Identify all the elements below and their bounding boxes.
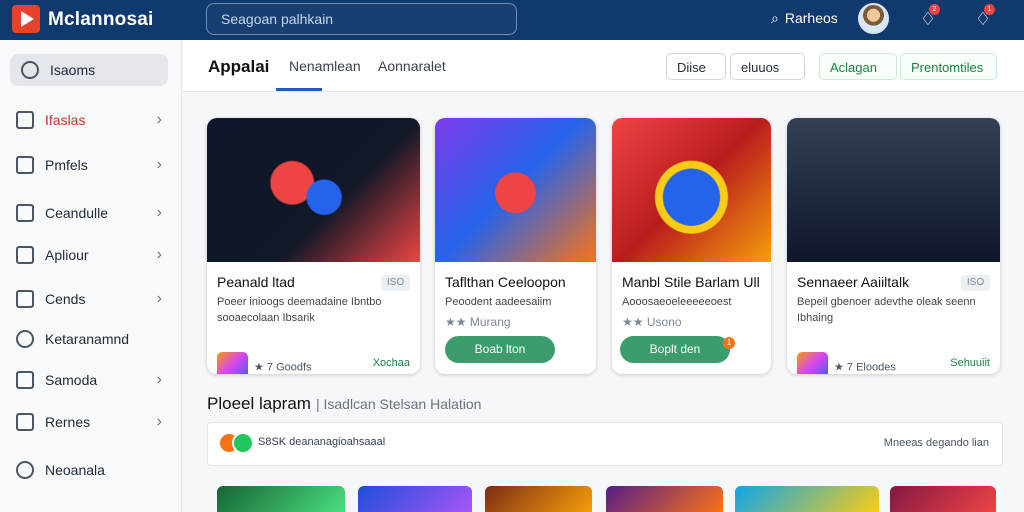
notification-badge: 2 xyxy=(929,4,940,15)
card-badge: ISO xyxy=(961,275,990,291)
bottom-card[interactable] xyxy=(217,486,345,512)
section-title: Ploeel lapram | Isadlcan Stelsan Halation xyxy=(207,394,482,413)
sidebar-item-ceandulle[interactable]: Ceandulle › xyxy=(16,201,176,225)
tab-nenamlean[interactable]: Nenamlean xyxy=(289,58,361,74)
badge-dot: 1 xyxy=(723,337,735,349)
tab-appalai[interactable]: Appalai xyxy=(208,57,269,77)
app-card[interactable]: Manbl Stile Barlam Ull Aooosaeoeleeeeeoe… xyxy=(612,118,771,374)
section-subtitle: | Isadlcan Stelsan Halation xyxy=(315,396,482,412)
diise-button[interactable]: Diise xyxy=(666,53,726,80)
featured-text: S8SK deananagioahsaaal xyxy=(258,436,386,448)
install-link[interactable]: Sehuuiit xyxy=(950,357,990,369)
notification-bell[interactable]: ♢ 2 xyxy=(917,4,940,31)
chevron-right-icon: › xyxy=(156,246,162,263)
sidebar-item-rernes[interactable]: Rernes › xyxy=(16,410,176,434)
install-button[interactable]: Boab lton xyxy=(445,336,555,363)
install-link[interactable]: Xochaa xyxy=(373,357,410,369)
prentomtiles-button[interactable]: Prentomtiles xyxy=(900,53,997,80)
card-badge: ISO xyxy=(381,275,410,291)
card-rating: ★ 7 Eloodes xyxy=(797,352,896,374)
card-image xyxy=(207,118,420,262)
featured-link[interactable]: Mneeas degando lian xyxy=(884,437,989,449)
chevron-right-icon: › xyxy=(156,156,162,173)
bottom-card[interactable] xyxy=(485,486,592,512)
featured-row[interactable]: S8SK deananagioahsaaal Mneeas degando li… xyxy=(207,422,1003,466)
avatar[interactable] xyxy=(858,3,889,34)
search-icon: ⌕ xyxy=(771,10,779,26)
bottom-card[interactable] xyxy=(358,486,472,512)
card-title: Taflthan Ceeloopon xyxy=(445,274,566,290)
card-description: Bepeil gbenoer adevthe oleak seenn Ibhai… xyxy=(797,296,976,324)
card-description: Poeer inioogs deemadaine Ibntbo sooaecol… xyxy=(217,296,382,324)
bottom-card[interactable] xyxy=(735,486,879,512)
card-title: Manbl Stile Barlam Ull xyxy=(622,274,760,290)
eluuos-button[interactable]: eluuos xyxy=(730,53,805,80)
sidebar-item-apliour[interactable]: Apliour › xyxy=(16,243,176,267)
app-card[interactable]: Taflthan Ceeloopon Peoodent aadeesaiim ★… xyxy=(435,118,596,374)
card-stars: ★★ Usono xyxy=(622,315,682,329)
bottom-card[interactable] xyxy=(890,486,996,512)
notification-badge: 1 xyxy=(984,4,995,15)
sidebar-item-cends[interactable]: Cends › xyxy=(16,287,176,311)
active-tab-indicator xyxy=(276,88,322,91)
notification-bell[interactable]: ♢ 1 xyxy=(972,4,995,31)
card-description: Peoodent aadeesaiim xyxy=(445,296,552,308)
sidebar: Isaoms Ifaslas › Pmfels › Ceandulle › Aplio… xyxy=(0,40,182,512)
card-title: Peanald ltad xyxy=(217,274,295,290)
sidebar-item-ketaranamnd[interactable]: Ketaranamnd xyxy=(16,327,176,351)
card-image xyxy=(435,118,596,262)
top-bar: Mclannosai Seagoan palhkain ⌕ Rarheos ♢ 2 … xyxy=(0,0,1024,40)
aclagan-button[interactable]: Aclagan xyxy=(819,53,897,80)
bottom-card[interactable] xyxy=(606,486,723,512)
search-input[interactable]: Seagoan palhkain xyxy=(206,3,517,35)
main-content: Peanald ltad ISO Poeer inioogs deemadain… xyxy=(183,92,1024,512)
card-image xyxy=(612,118,771,262)
app-icon xyxy=(797,352,828,374)
tab-bar: Appalai Nenamlean Aonnaralet Diise eluuo… xyxy=(183,40,1024,92)
app-title: Mclannosai xyxy=(48,9,154,30)
app-logo[interactable] xyxy=(12,5,40,33)
sidebar-item-ifaslas[interactable]: Ifaslas › xyxy=(16,108,176,132)
app-card[interactable]: Peanald ltad ISO Poeer inioogs deemadain… xyxy=(207,118,420,374)
sidebar-item-samoda[interactable]: Samoda › xyxy=(16,368,176,392)
app-icon xyxy=(217,352,248,374)
sidebar-item-isaoms[interactable]: Isaoms xyxy=(21,58,181,82)
chevron-right-icon: › xyxy=(156,111,162,128)
install-button[interactable]: Boplt den xyxy=(620,336,730,363)
chevron-right-icon: › xyxy=(156,413,162,430)
header-search[interactable]: ⌕ Rarheos xyxy=(765,10,838,27)
card-stars: ★★ Murang xyxy=(445,315,511,329)
chevron-right-icon: › xyxy=(156,290,162,307)
app-card[interactable]: Sennaeer Aaiiltalk ISO Bepeil gbenoer ad… xyxy=(787,118,1000,374)
card-description: Aooosaeoeleeeeeoest xyxy=(622,296,732,308)
chevron-right-icon: › xyxy=(156,204,162,221)
chevron-right-icon: › xyxy=(156,371,162,388)
tab-aonnaralet[interactable]: Aonnaralet xyxy=(378,58,446,74)
card-image xyxy=(787,118,1000,262)
app-icon-group xyxy=(218,432,258,458)
card-rating: ★ 7 Goodfs xyxy=(217,352,312,374)
sidebar-item-neoanala[interactable]: Neoanala xyxy=(16,458,176,482)
sidebar-item-pmfels[interactable]: Pmfels › xyxy=(16,153,176,177)
card-title: Sennaeer Aaiiltalk xyxy=(797,274,910,290)
